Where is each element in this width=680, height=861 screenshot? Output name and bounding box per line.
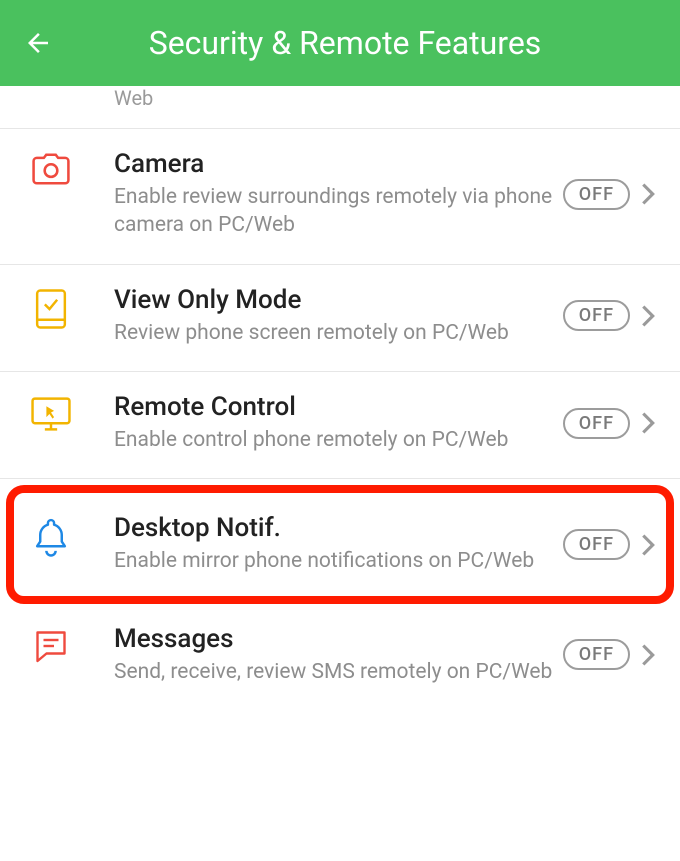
message-icon xyxy=(24,624,78,664)
setting-item-messages[interactable]: Messages Send, receive, review SMS remot… xyxy=(0,604,680,710)
toggle-off-pill[interactable]: OFF xyxy=(563,179,630,210)
settings-list: Web Camera Enable review surroundings re… xyxy=(0,86,680,710)
setting-item-remote-control[interactable]: Remote Control Enable control phone remo… xyxy=(0,372,680,479)
setting-item-desktop-notif[interactable]: Desktop Notif. Enable mirror phone notif… xyxy=(6,485,674,603)
item-title: Desktop Notif. xyxy=(114,513,555,543)
chevron-right-icon xyxy=(640,531,656,559)
item-desc: Review phone screen remotely on PC/Web xyxy=(114,319,555,347)
item-title: Messages xyxy=(114,624,555,654)
toggle-off-pill[interactable]: OFF xyxy=(563,408,630,439)
toggle-off-pill[interactable]: OFF xyxy=(563,639,630,670)
item-desc: Enable control phone remotely on PC/Web xyxy=(114,426,555,454)
item-title: Remote Control xyxy=(114,392,555,422)
item-title: Camera xyxy=(114,149,555,179)
app-header: Security & Remote Features xyxy=(0,0,680,86)
chevron-right-icon xyxy=(640,409,656,437)
camera-icon xyxy=(24,149,78,185)
back-button[interactable] xyxy=(18,23,58,63)
toggle-off-pill[interactable]: OFF xyxy=(563,529,630,560)
bell-icon xyxy=(24,513,78,557)
chevron-right-icon xyxy=(640,302,656,330)
item-title: View Only Mode xyxy=(114,285,555,315)
tablet-check-icon xyxy=(24,285,78,329)
chevron-right-icon xyxy=(640,641,656,669)
monitor-cursor-icon xyxy=(24,392,78,432)
chevron-right-icon xyxy=(640,180,656,208)
toggle-off-pill[interactable]: OFF xyxy=(563,300,630,331)
item-desc: Send, receive, review SMS remotely on PC… xyxy=(114,658,555,686)
page-title: Security & Remote Features xyxy=(78,24,612,62)
setting-item-view-only-mode[interactable]: View Only Mode Review phone screen remot… xyxy=(0,265,680,372)
item-desc: Enable review surroundings remotely via … xyxy=(114,183,555,240)
partial-item-desc: Web xyxy=(0,86,680,129)
setting-item-camera[interactable]: Camera Enable review surroundings remote… xyxy=(0,129,680,265)
arrow-left-icon xyxy=(23,28,53,58)
item-desc: Enable mirror phone notifications on PC/… xyxy=(114,547,555,575)
